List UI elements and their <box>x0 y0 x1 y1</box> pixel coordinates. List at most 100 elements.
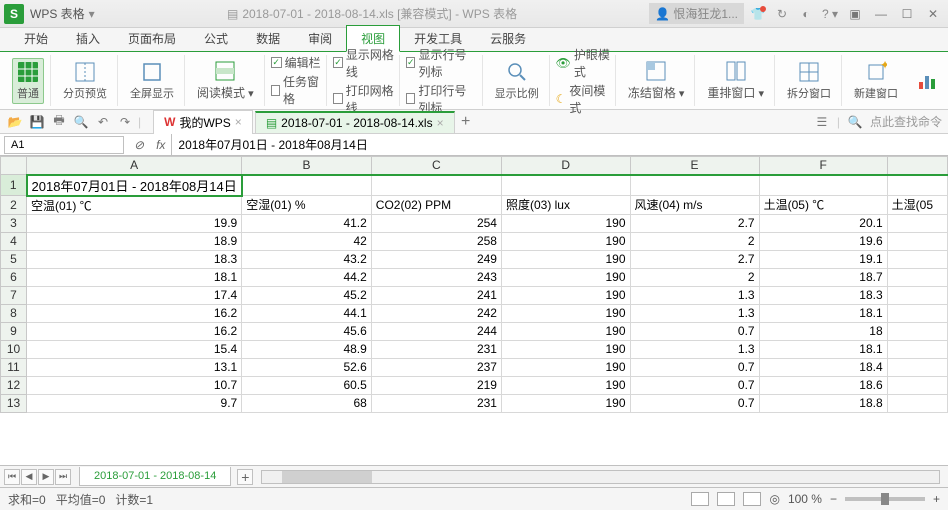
data-cell[interactable]: 18.3 <box>759 286 887 304</box>
data-cell[interactable]: 190 <box>501 394 630 412</box>
spreadsheet-grid[interactable]: ABCDEF12018年07月01日 - 2018年08月14日2空温(01) … <box>0 156 948 466</box>
data-cell[interactable]: 231 <box>371 340 501 358</box>
add-sheet-button[interactable]: + <box>237 469 253 485</box>
data-cell[interactable]: 19.1 <box>759 250 887 268</box>
taskpane-checkbox[interactable]: 任务窗格 <box>271 73 323 107</box>
split-button[interactable]: 拆分窗口 <box>783 59 835 103</box>
data-cell[interactable]: 2.7 <box>630 214 759 232</box>
data-cell[interactable]: 18.8 <box>759 394 887 412</box>
redo-icon[interactable]: ↷ <box>116 113 134 131</box>
open-icon[interactable]: 📂 <box>6 113 24 131</box>
cell[interactable] <box>242 175 372 196</box>
freeze-button[interactable]: 冻结窗格 ▾ <box>624 58 689 103</box>
data-cell[interactable] <box>887 394 947 412</box>
search-icon[interactable]: 🔍 <box>846 113 864 131</box>
data-cell[interactable]: 0.7 <box>630 322 759 340</box>
header-cell[interactable]: 空湿(01) % <box>242 196 372 215</box>
print-icon[interactable]: 🖶 <box>50 113 68 131</box>
data-cell[interactable]: 18.7 <box>759 268 887 286</box>
header-cell[interactable]: 土湿(05 <box>887 196 947 215</box>
row-header-2[interactable]: 2 <box>1 196 27 215</box>
header-cell[interactable]: 照度(03) lux <box>501 196 630 215</box>
data-cell[interactable]: 20.1 <box>759 214 887 232</box>
rowcolhead-checkbox[interactable]: ✓显示行号列标 <box>406 46 478 80</box>
data-cell[interactable]: 68 <box>242 394 372 412</box>
undo-icon[interactable]: ↶ <box>94 113 112 131</box>
data-cell[interactable] <box>887 340 947 358</box>
row-header-12[interactable]: 12 <box>1 376 27 394</box>
row-header-8[interactable]: 8 <box>1 304 27 322</box>
ribbon-more-button[interactable] <box>912 68 942 94</box>
name-box[interactable] <box>4 136 124 154</box>
user-box[interactable]: 👤 恨海狂龙1... <box>649 3 744 24</box>
zoom-thumb[interactable] <box>881 493 889 505</box>
scroll-thumb[interactable] <box>282 471 372 483</box>
search-placeholder[interactable]: 点此查找命令 <box>870 113 942 130</box>
header-cell[interactable]: 土温(05) ℃ <box>759 196 887 215</box>
night-button[interactable]: ☾夜间模式 <box>556 82 611 116</box>
data-cell[interactable]: 18.3 <box>27 250 242 268</box>
tab-file[interactable]: ▤2018-07-01 - 2018-08-14.xls× <box>255 111 455 133</box>
data-cell[interactable]: 2.7 <box>630 250 759 268</box>
eyecare-button[interactable]: 👁护眼模式 <box>556 46 611 80</box>
col-header-A[interactable]: A <box>27 157 242 175</box>
sheet-first-button[interactable]: ⏮ <box>4 469 20 485</box>
data-cell[interactable] <box>887 304 947 322</box>
sheet-prev-button[interactable]: ◀ <box>21 469 37 485</box>
data-cell[interactable]: 13.1 <box>27 358 242 376</box>
title-cell[interactable]: 2018年07月01日 - 2018年08月14日 <box>27 175 242 196</box>
header-cell[interactable]: CO2(02) PPM <box>371 196 501 215</box>
data-cell[interactable] <box>887 268 947 286</box>
cell[interactable] <box>887 175 947 196</box>
view-pagebreak-icon[interactable] <box>717 492 735 506</box>
data-cell[interactable]: 0.7 <box>630 358 759 376</box>
view-reading-icon[interactable] <box>743 492 761 506</box>
cell[interactable] <box>759 175 887 196</box>
data-cell[interactable] <box>887 214 947 232</box>
row-header-1[interactable]: 1 <box>1 175 27 196</box>
data-cell[interactable]: 190 <box>501 286 630 304</box>
zoom-button[interactable]: 显示比例 <box>491 59 543 103</box>
arrange-button[interactable]: 重排窗口 ▾ <box>703 58 768 103</box>
row-header-5[interactable]: 5 <box>1 250 27 268</box>
data-cell[interactable]: 10.7 <box>27 376 242 394</box>
tab-close-icon[interactable]: × <box>235 115 242 129</box>
data-cell[interactable]: 52.6 <box>242 358 372 376</box>
zoom-slider[interactable] <box>845 497 925 501</box>
data-cell[interactable]: 44.1 <box>242 304 372 322</box>
cell[interactable] <box>630 175 759 196</box>
menu-tab-公式[interactable]: 公式 <box>190 26 242 51</box>
data-cell[interactable]: 9.7 <box>27 394 242 412</box>
data-cell[interactable]: 16.2 <box>27 304 242 322</box>
data-cell[interactable]: 45.6 <box>242 322 372 340</box>
data-cell[interactable]: 237 <box>371 358 501 376</box>
data-cell[interactable]: 2 <box>630 268 759 286</box>
fx-button[interactable]: fx <box>150 138 171 152</box>
data-cell[interactable] <box>887 358 947 376</box>
data-cell[interactable]: 1.3 <box>630 286 759 304</box>
data-cell[interactable]: 0.7 <box>630 376 759 394</box>
data-cell[interactable]: 17.4 <box>27 286 242 304</box>
data-cell[interactable]: 190 <box>501 304 630 322</box>
col-header-E[interactable]: E <box>630 157 759 175</box>
col-header-B[interactable]: B <box>242 157 372 175</box>
data-cell[interactable]: 60.5 <box>242 376 372 394</box>
data-cell[interactable]: 42 <box>242 232 372 250</box>
tab-mywps[interactable]: W我的WPS× <box>153 110 253 134</box>
sheet-tab[interactable]: 2018-07-01 - 2018-08-14 <box>79 467 231 486</box>
data-cell[interactable]: 190 <box>501 376 630 394</box>
data-cell[interactable]: 18.1 <box>27 268 242 286</box>
row-header-9[interactable]: 9 <box>1 322 27 340</box>
cell[interactable] <box>371 175 501 196</box>
zoom-circle-icon[interactable]: ◎ <box>769 492 779 506</box>
data-cell[interactable]: 190 <box>501 214 630 232</box>
col-header-partial[interactable] <box>887 157 947 175</box>
data-cell[interactable]: 41.2 <box>242 214 372 232</box>
data-cell[interactable]: 1.3 <box>630 304 759 322</box>
normal-view-button[interactable]: 普通 <box>12 58 44 104</box>
data-cell[interactable]: 18.1 <box>759 304 887 322</box>
view-normal-icon[interactable] <box>691 492 709 506</box>
refresh-icon[interactable]: ↻ <box>772 4 792 24</box>
data-cell[interactable] <box>887 286 947 304</box>
editbar-checkbox[interactable]: ✓编辑栏 <box>271 54 323 71</box>
